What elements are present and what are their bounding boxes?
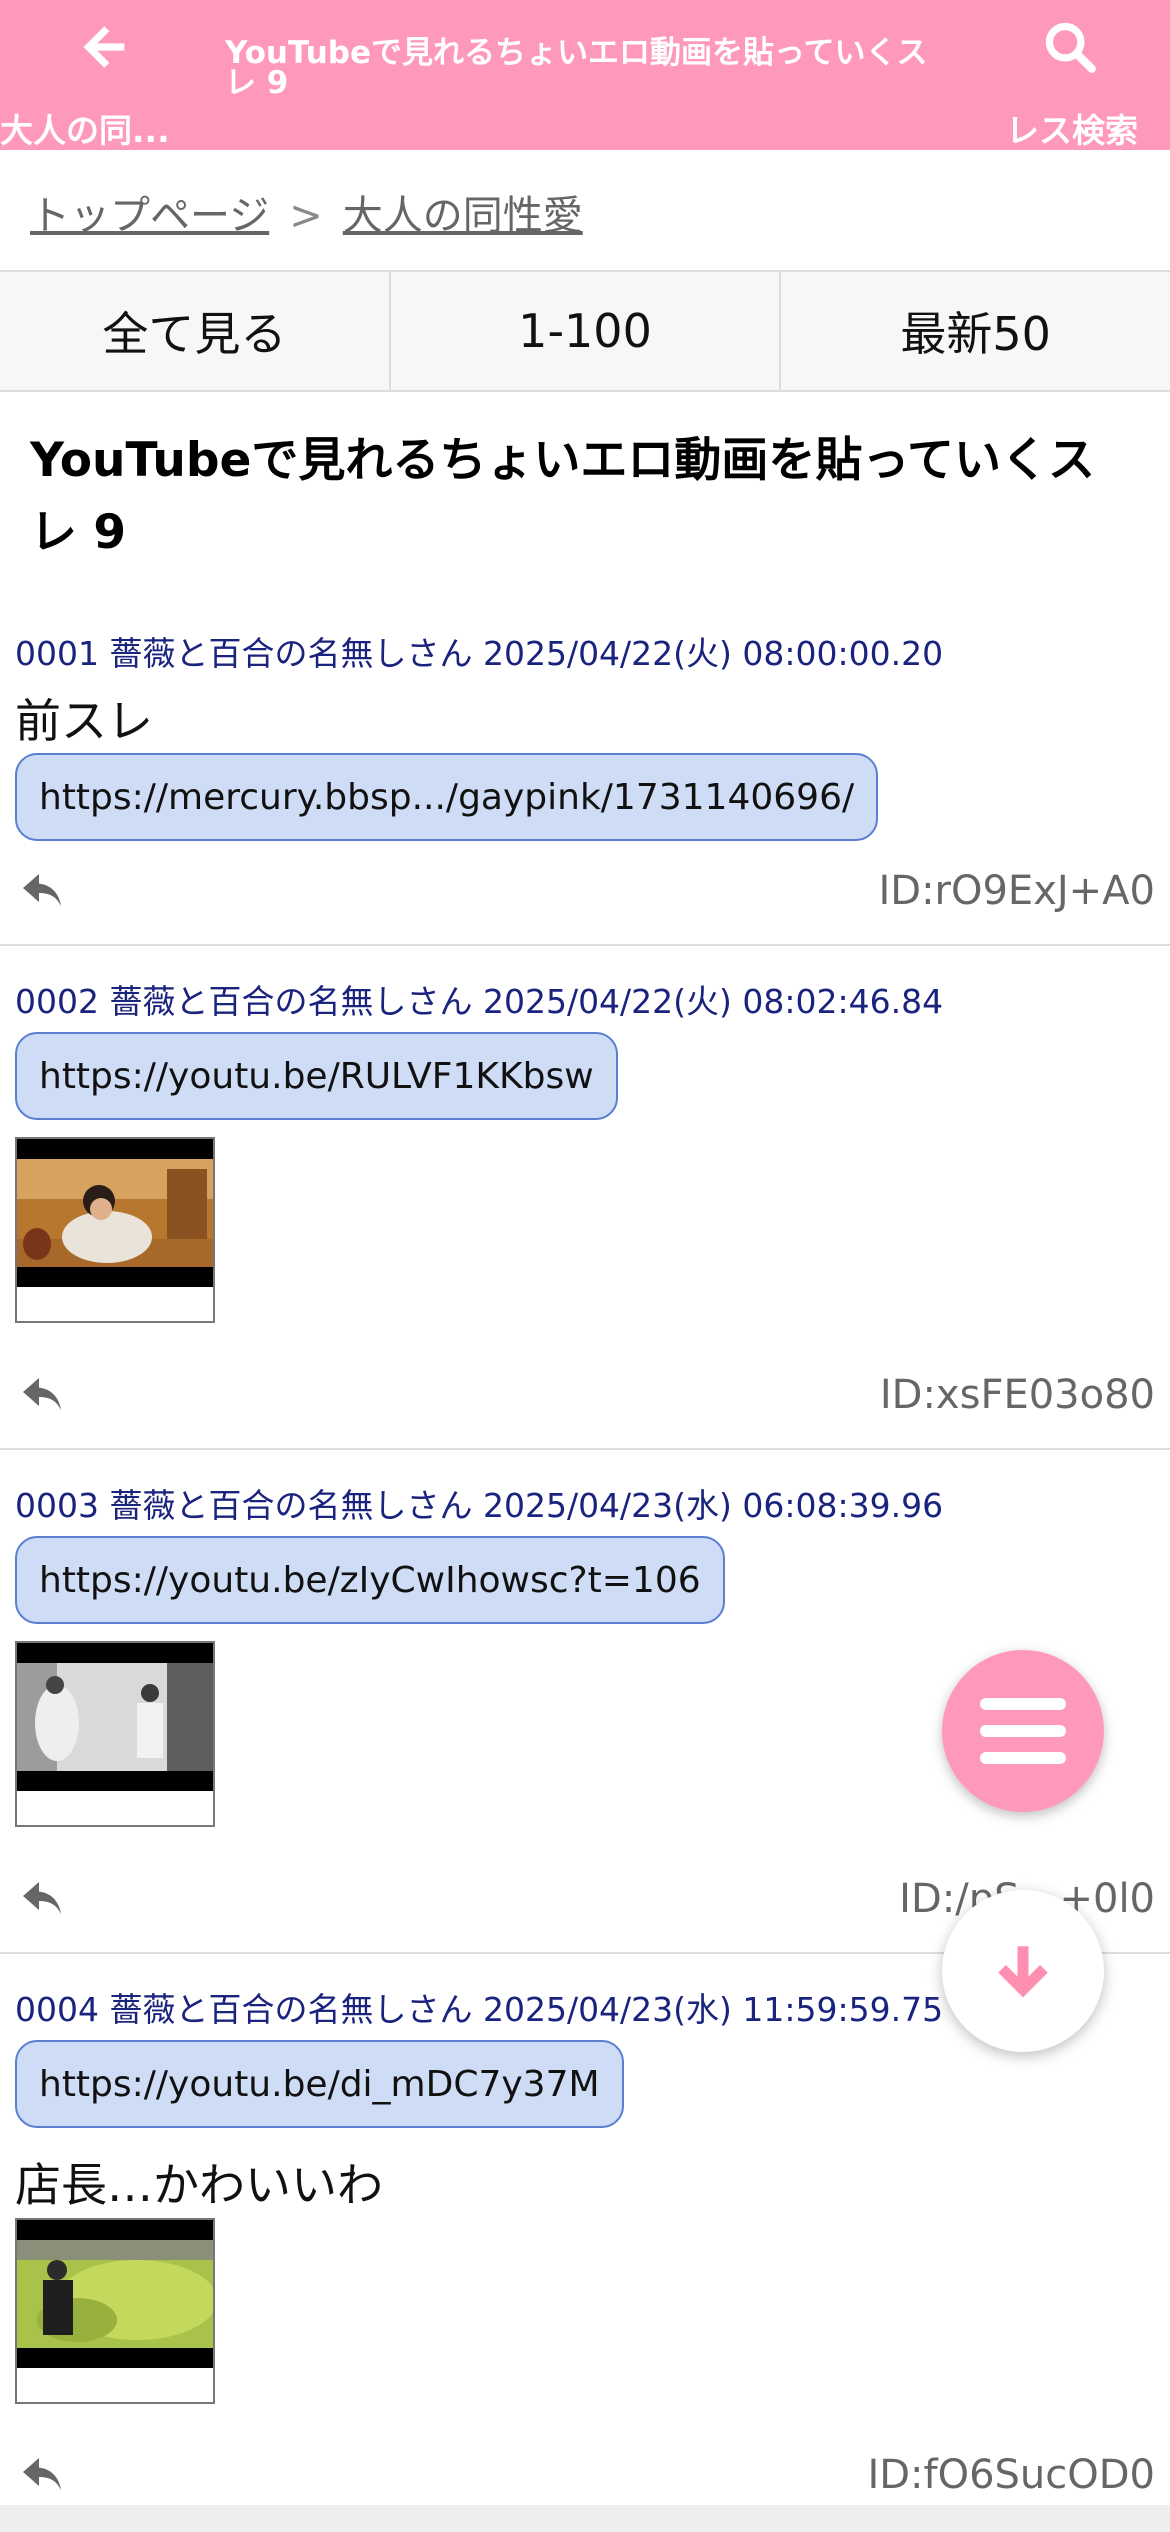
tab-all[interactable]: 全て見る xyxy=(0,272,391,390)
post-id: ID:rO9ExJ+A0 xyxy=(878,868,1155,914)
post: 0001 薔薇と百合の名無しさん 2025/04/22(火) 08:00:00.… xyxy=(0,600,1170,946)
video-thumbnail[interactable] xyxy=(15,1641,215,1827)
post-meta: 0003 薔薇と百合の名無しさん 2025/04/23(水) 06:08:39.… xyxy=(15,1486,944,1525)
post-id: ID:xsFE03o80 xyxy=(879,1372,1155,1418)
arrow-down-icon xyxy=(998,1946,1048,1998)
post-link[interactable]: https://youtu.be/RULVF1KKbsw xyxy=(15,1032,618,1120)
reply-icon[interactable] xyxy=(18,870,68,914)
video-thumbnail[interactable] xyxy=(15,1137,215,1323)
back-button[interactable]: 大人の同... xyxy=(0,10,210,150)
scroll-down-button[interactable] xyxy=(942,1890,1104,2052)
post-text: 前スレ xyxy=(15,694,153,748)
thread-title: YouTubeで見れるちょいエロ動画を貼っていくスレ 9 xyxy=(30,433,1095,560)
post-link[interactable]: https://youtu.be/di_mDC7y37M xyxy=(15,2040,624,2128)
video-thumbnail[interactable] xyxy=(15,2218,215,2404)
post-meta: 0001 薔薇と百合の名無しさん 2025/04/22(火) 08:00:00.… xyxy=(15,634,944,673)
post-id: ID:fO6SucOD0 xyxy=(867,2452,1155,2498)
back-label: 大人の同... xyxy=(0,111,170,150)
breadcrumb-home-link[interactable]: トップページ xyxy=(30,193,269,239)
tab-latest-50[interactable]: 最新50 xyxy=(781,272,1170,390)
reply-icon[interactable] xyxy=(18,1374,68,1418)
post-link[interactable]: https://mercury.bbsp.../gaypink/17311406… xyxy=(15,753,879,841)
header-title: YouTubeで見れるちょいエロ動画を貼っていくスレ 9 xyxy=(225,35,928,101)
post: 0002 薔薇と百合の名無しさん 2025/04/22(火) 08:02:46.… xyxy=(0,948,1170,1450)
tab-1-100[interactable]: 1-100 xyxy=(391,272,782,390)
search-button[interactable]: レス検索 xyxy=(970,10,1170,150)
menu-icon xyxy=(980,1698,1066,1764)
post-meta: 0004 薔薇と百合の名無しさん 2025/04/23(水) 11:59:59.… xyxy=(15,1990,944,2029)
top-bar: 大人の同... YouTubeで見れるちょいエロ動画を貼っていくスレ 9 レス検… xyxy=(0,0,1170,150)
bottom-edge xyxy=(0,2505,1170,2532)
search-icon xyxy=(1045,22,1096,73)
post-meta: 0002 薔薇と百合の名無しさん 2025/04/22(火) 08:02:46.… xyxy=(15,982,944,1021)
search-label: レス検索 xyxy=(1006,111,1138,150)
reply-icon[interactable] xyxy=(18,2454,68,2498)
post-link[interactable]: https://youtu.be/zIyCwIhowsc?t=106 xyxy=(15,1536,725,1624)
back-arrow-icon xyxy=(83,26,125,68)
menu-button[interactable] xyxy=(942,1650,1104,1812)
breadcrumb: トップページ > 大人の同性愛 xyxy=(30,183,583,241)
reply-icon[interactable] xyxy=(18,1878,68,1922)
breadcrumb-separator: > xyxy=(289,193,323,239)
range-tabs: 全て見る 1-100 最新50 xyxy=(0,270,1170,392)
post-text: 店長…かわいいわ xyxy=(15,2158,383,2212)
breadcrumb-board-link[interactable]: 大人の同性愛 xyxy=(343,193,583,239)
